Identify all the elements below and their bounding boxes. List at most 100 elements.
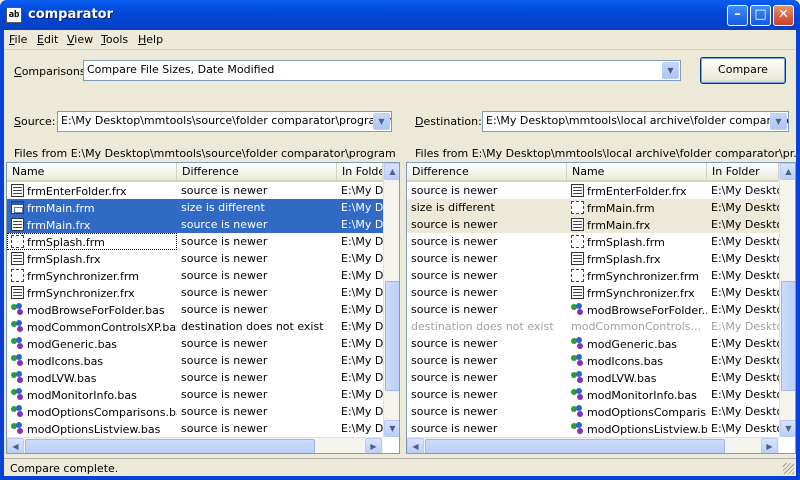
- destination-list-header: Difference Name In Folder: [407, 163, 779, 182]
- source-list-row[interactable]: frmSynchronizer.frm source is newer E:\My …: [7, 267, 383, 284]
- destination-cell-folder: E:\My Desktop: [707, 352, 779, 369]
- source-vertical-scrollbar[interactable]: ▲ ▼: [383, 163, 399, 437]
- menu-file[interactable]: File: [9, 33, 27, 46]
- destination-diff-text: source is newer: [411, 388, 498, 401]
- destination-col-in-folder[interactable]: In Folder: [707, 163, 779, 180]
- resize-grip-icon[interactable]: [783, 463, 794, 474]
- source-vscroll-thumb[interactable]: [385, 281, 399, 391]
- destination-horizontal-scrollbar[interactable]: ◀ ▶: [407, 437, 779, 453]
- module-file-icon: [11, 371, 24, 384]
- source-cell-diff: source is newer: [177, 301, 337, 318]
- scroll-right-icon[interactable]: ▶: [761, 438, 778, 453]
- source-list-row[interactable]: frmSplash.frm source is newer E:\My Deskto…: [7, 233, 383, 250]
- window-title: comparator: [28, 7, 114, 22]
- source-list-row[interactable]: modMonitorInfo.bas source is newer E:\My D…: [7, 386, 383, 403]
- destination-list-row[interactable]: source is newer modLVW.bas E:\My Desktop: [407, 369, 779, 386]
- app-window: ab comparator – □ ✕ File Edit View Tools…: [0, 0, 800, 480]
- destination-path-dropdown[interactable]: E:\My Desktop\mmtools\local archive\fold…: [482, 111, 789, 132]
- source-col-in-folder[interactable]: In Folder: [337, 163, 383, 180]
- close-button[interactable]: ✕: [773, 5, 794, 26]
- destination-list-row[interactable]: source is newer modBrowseForFolder... E:\M…: [407, 301, 779, 318]
- destination-col-name[interactable]: Name: [567, 163, 707, 180]
- source-list-row[interactable]: modBrowseForFolder.bas source is newer E:\…: [7, 301, 383, 318]
- source-cell-folder: E:\My Desktop: [337, 284, 383, 301]
- destination-file-list[interactable]: Difference Name In Folder source is newe…: [406, 162, 796, 454]
- destination-list-row[interactable]: source is newer frmSynchronizer.frm E:\My …: [407, 267, 779, 284]
- destination-list-row[interactable]: source is newer modOptionsComparis... E:\M…: [407, 403, 779, 420]
- source-folder-text: E:\My Desktop: [341, 303, 383, 316]
- destination-vscroll-thumb[interactable]: [781, 281, 795, 391]
- source-list-row[interactable]: modGeneric.bas source is newer E:\My Deskt…: [7, 335, 383, 352]
- source-files-label: Files from E:\My Desktop\mmtools\source\…: [14, 147, 396, 160]
- destination-list-row[interactable]: source is newer modOptionsListview.bas E:\…: [407, 420, 779, 437]
- destination-list-row[interactable]: source is newer modMonitorInfo.bas E:\My D…: [407, 386, 779, 403]
- source-list-row[interactable]: modCommonControlsXP.bas destination does …: [7, 318, 383, 335]
- source-file-list[interactable]: Name Difference In Folder frmEnterFolder…: [6, 162, 400, 454]
- maximize-button[interactable]: □: [750, 5, 771, 26]
- source-list-row[interactable]: frmMain.frm size is different E:\My Deskto…: [7, 199, 383, 216]
- source-list-row[interactable]: modOptionsComparisons.bas source is newer…: [7, 403, 383, 420]
- compare-button[interactable]: Compare: [700, 57, 786, 84]
- destination-cell-folder: E:\My Desktop: [707, 284, 779, 301]
- source-col-name[interactable]: Name: [7, 163, 177, 180]
- destination-list-row[interactable]: size is different frmMain.frm E:\My Deskto…: [407, 199, 779, 216]
- title-bar[interactable]: ab comparator – □ ✕: [0, 0, 800, 30]
- source-list-row[interactable]: modOptionsListview.bas source is newer E:\…: [7, 420, 383, 437]
- destination-vertical-scrollbar[interactable]: ▲ ▼: [779, 163, 795, 437]
- scroll-down-icon[interactable]: ▼: [384, 420, 399, 437]
- source-list-row[interactable]: modLVW.bas source is newer E:\My Desktop: [7, 369, 383, 386]
- destination-list-row[interactable]: source is newer frmEnterFolder.frx E:\My D…: [407, 182, 779, 199]
- source-folder-text: E:\My Desktop: [341, 218, 383, 231]
- source-cell-folder: E:\My Desktop: [337, 301, 383, 318]
- source-list-row[interactable]: frmSynchronizer.frx source is newer E:\My …: [7, 284, 383, 301]
- source-list-row[interactable]: frmSplash.frx source is newer E:\My Deskto…: [7, 250, 383, 267]
- destination-list-row[interactable]: source is newer modIcons.bas E:\My Desktop: [407, 352, 779, 369]
- menu-edit[interactable]: Edit: [37, 33, 58, 46]
- binary-file-icon: [571, 184, 584, 197]
- scroll-right-icon[interactable]: ▶: [365, 438, 382, 453]
- scroll-down-icon[interactable]: ▼: [780, 420, 795, 437]
- menu-tools[interactable]: Tools: [101, 33, 128, 46]
- app-icon[interactable]: ab: [6, 7, 22, 23]
- source-name-text: modGeneric.bas: [27, 338, 118, 351]
- source-folder-text: E:\My Desktop: [341, 201, 383, 214]
- source-path-dropdown[interactable]: E:\My Desktop\mmtools\source\folder comp…: [57, 111, 392, 132]
- destination-diff-text: source is newer: [411, 252, 498, 265]
- destination-list-row[interactable]: source is newer frmMain.frx E:\My Desktop: [407, 216, 779, 233]
- menu-view[interactable]: View: [67, 33, 93, 46]
- source-cell-folder: E:\My Desktop: [337, 335, 383, 352]
- chevron-down-icon[interactable]: ▼: [770, 113, 787, 130]
- source-folder-text: E:\My Desktop: [341, 422, 383, 435]
- scroll-up-icon[interactable]: ▲: [384, 163, 399, 180]
- destination-name-text: modOptionsComparis...: [587, 406, 707, 419]
- destination-list-row[interactable]: source is newer modGeneric.bas E:\My Deskt…: [407, 335, 779, 352]
- minimize-button[interactable]: –: [727, 5, 748, 26]
- source-name-text: modBrowseForFolder.bas: [27, 304, 165, 317]
- chevron-down-icon[interactable]: ▼: [373, 113, 390, 130]
- destination-folder-text: E:\My Desktop: [711, 354, 779, 367]
- source-list-row[interactable]: frmEnterFolder.frx source is newer E:\My D…: [7, 182, 383, 199]
- destination-hscroll-thumb[interactable]: [425, 439, 725, 453]
- source-cell-folder: E:\My Desktop: [337, 420, 383, 437]
- source-hscroll-thumb[interactable]: [25, 439, 315, 453]
- comparisons-dropdown[interactable]: Compare File Sizes, Date Modified ▼: [83, 60, 681, 81]
- destination-list-row[interactable]: source is newer frmSynchronizer.frx E:\My …: [407, 284, 779, 301]
- scroll-left-icon[interactable]: ◀: [7, 438, 24, 453]
- menu-help[interactable]: Help: [138, 33, 163, 46]
- source-list-row[interactable]: modIcons.bas source is newer E:\My Desktop: [7, 352, 383, 369]
- scroll-left-icon[interactable]: ◀: [407, 438, 424, 453]
- comparisons-value: Compare File Sizes, Date Modified: [87, 63, 275, 76]
- source-folder-text: E:\My Desktop: [341, 286, 383, 299]
- source-col-difference[interactable]: Difference: [177, 163, 337, 180]
- chevron-down-icon[interactable]: ▼: [662, 62, 679, 79]
- destination-cell-diff: source is newer: [407, 301, 567, 318]
- source-diff-text: source is newer: [181, 303, 268, 316]
- destination-list-row[interactable]: source is newer frmSplash.frx E:\My Deskto…: [407, 250, 779, 267]
- source-horizontal-scrollbar[interactable]: ◀ ▶: [7, 437, 383, 453]
- scroll-up-icon[interactable]: ▲: [780, 163, 795, 180]
- destination-diff-text: source is newer: [411, 371, 498, 384]
- destination-list-row[interactable]: destination does not exist modCommonContr…: [407, 318, 779, 335]
- destination-list-row[interactable]: source is newer frmSplash.frm E:\My Deskto…: [407, 233, 779, 250]
- destination-col-difference[interactable]: Difference: [407, 163, 567, 180]
- source-list-row[interactable]: frmMain.frx source is newer E:\My Desktop: [7, 216, 383, 233]
